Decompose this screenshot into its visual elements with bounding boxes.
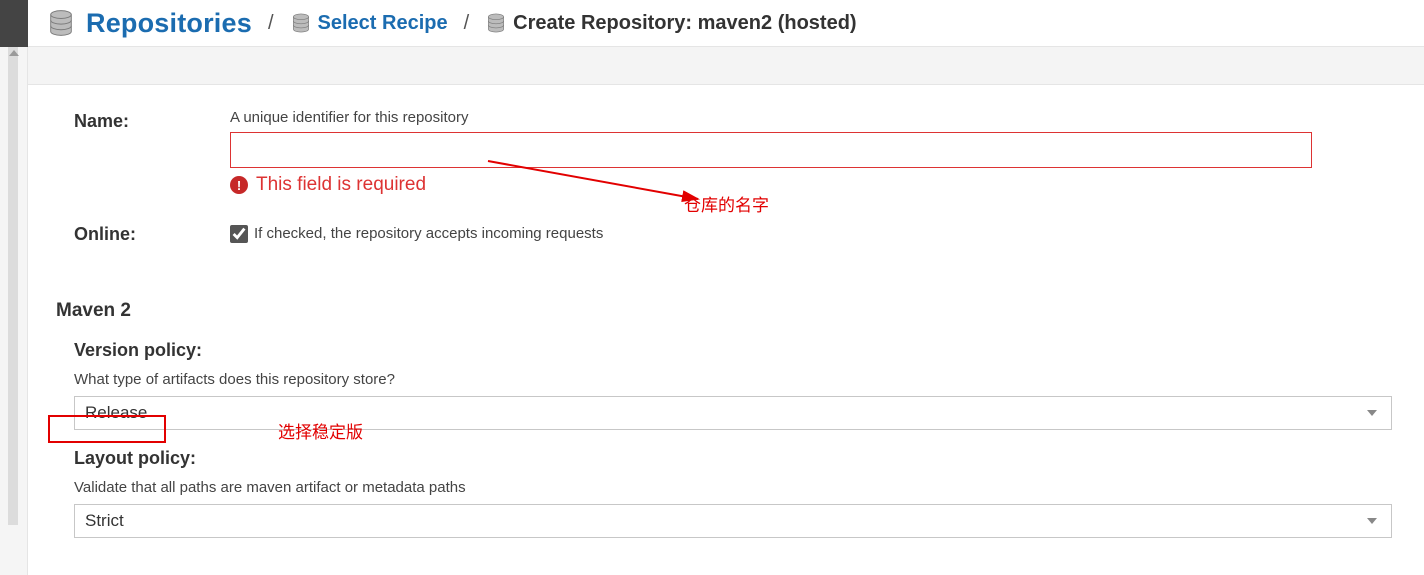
collapsed-sidebar (0, 0, 28, 575)
name-input[interactable] (230, 132, 1312, 168)
maven2-section-title: Maven 2 (56, 300, 1392, 322)
name-error-text: This field is required (256, 174, 426, 196)
layout-policy-dropdown[interactable]: Strict (74, 504, 1392, 538)
layout-policy-value: Strict (85, 511, 124, 531)
sidebar-header-block (0, 0, 28, 47)
form-panel: Name: A unique identifier for this repos… (48, 85, 1418, 575)
sidebar-expand-icon[interactable] (9, 50, 19, 56)
chevron-down-icon (1367, 518, 1377, 524)
error-icon: ! (230, 176, 248, 194)
name-description: A unique identifier for this repository (230, 109, 1312, 126)
version-policy-dropdown[interactable]: Release (74, 396, 1392, 430)
version-policy-block: Version policy: What type of artifacts d… (74, 340, 1392, 430)
breadcrumb-current: Create Repository: maven2 (hosted) (513, 12, 856, 35)
breadcrumb-separator: / (268, 12, 274, 35)
online-description: If checked, the repository accepts incom… (254, 225, 603, 242)
online-row: Online: If checked, the repository accep… (74, 222, 1392, 245)
breadcrumb: Repositories / Select Recipe / Create Re… (28, 0, 1424, 47)
layout-policy-description: Validate that all paths are maven artifa… (74, 479, 1392, 496)
create-repo-icon (485, 12, 507, 34)
sub-header-strip (28, 47, 1424, 85)
layout-policy-label: Layout policy: (74, 448, 1392, 469)
version-policy-description: What type of artifacts does this reposit… (74, 371, 1392, 388)
version-policy-value: Release (85, 403, 147, 423)
version-policy-label: Version policy: (74, 340, 1392, 361)
breadcrumb-select-recipe-link[interactable]: Select Recipe (318, 12, 448, 35)
select-recipe-icon (290, 12, 312, 34)
layout-policy-block: Layout policy: Validate that all paths a… (74, 448, 1392, 538)
name-row: Name: A unique identifier for this repos… (74, 109, 1392, 196)
breadcrumb-separator: / (464, 12, 470, 35)
online-checkbox[interactable] (230, 225, 248, 243)
name-label: Name: (74, 109, 230, 132)
sidebar-scroll-track[interactable] (8, 47, 18, 525)
online-label: Online: (74, 222, 230, 245)
chevron-down-icon (1367, 410, 1377, 416)
breadcrumb-repositories-link[interactable]: Repositories (86, 8, 252, 39)
repositories-icon (46, 8, 76, 38)
